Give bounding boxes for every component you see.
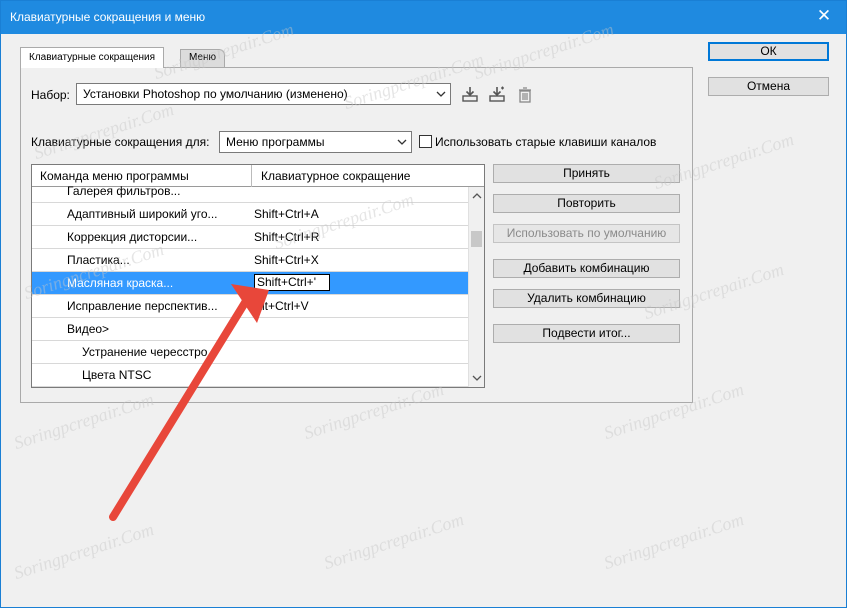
shortcuts-for-value: Меню программы xyxy=(226,135,325,149)
tab-menus[interactable]: Меню xyxy=(180,49,226,67)
scrollbar-thumb[interactable] xyxy=(471,231,482,247)
row-command: Масляная краска... xyxy=(67,276,174,290)
scroll-down-icon[interactable] xyxy=(472,373,482,383)
set-label: Набор: xyxy=(31,88,70,102)
undo-button[interactable]: Повторить xyxy=(493,194,680,213)
watermark-text: Soringpcrepair.Com xyxy=(321,508,467,574)
row-shortcut: Shift+Ctrl+A xyxy=(254,207,319,221)
row-command: Устранение чересстро... xyxy=(82,345,218,359)
table-row[interactable]: Устранение чересстро... xyxy=(32,341,468,364)
row-command: Цвета NTSC xyxy=(82,368,152,382)
add-shortcut-button[interactable]: Добавить комбинацию xyxy=(493,259,680,278)
summarize-button[interactable]: Подвести итог... xyxy=(493,324,680,343)
scroll-up-icon[interactable] xyxy=(472,191,482,201)
accept-button[interactable]: Принять xyxy=(493,164,680,183)
row-command: Исправление перспектив... xyxy=(67,299,218,313)
table-row[interactable]: Исправление перспектив... Alt+Ctrl+V xyxy=(32,295,468,318)
row-command: Галерея фильтров... xyxy=(67,184,181,198)
row-command: Видео> xyxy=(67,322,110,336)
title-bar: Клавиатурные сокращения и меню ✕ xyxy=(1,1,846,34)
save-set-icon[interactable] xyxy=(461,85,479,103)
vertical-scrollbar[interactable] xyxy=(468,187,484,387)
chevron-down-icon xyxy=(397,139,407,145)
window-title: Клавиатурные сокращения и меню xyxy=(10,10,206,24)
row-command: Коррекция дисторсии... xyxy=(67,230,198,244)
shortcuts-for-select[interactable]: Меню программы xyxy=(219,131,412,153)
cancel-button[interactable]: Отмена xyxy=(708,77,829,96)
chevron-down-icon xyxy=(436,91,446,97)
close-icon[interactable]: ✕ xyxy=(816,6,832,26)
row-shortcut: Shift+Ctrl+X xyxy=(254,253,319,267)
watermark-text: Soringpcrepair.Com xyxy=(601,508,747,574)
use-default-button[interactable]: Использовать по умолчанию xyxy=(493,224,680,243)
delete-shortcut-button[interactable]: Удалить комбинацию xyxy=(493,289,680,308)
row-command: Адаптивный широкий уго... xyxy=(67,207,218,221)
table-row[interactable]: Галерея фильтров... xyxy=(32,180,468,203)
row-shortcut: Shift+Ctrl+R xyxy=(254,230,320,244)
legacy-channels-checkbox[interactable] xyxy=(419,135,432,148)
table-row[interactable]: Коррекция дисторсии... Shift+Ctrl+R xyxy=(32,226,468,249)
save-set-as-icon[interactable] xyxy=(488,85,506,103)
shortcut-table: Команда меню программы Клавиатурное сокр… xyxy=(31,164,485,388)
table-row[interactable]: Масляная краска... Shift+Ctrl+' xyxy=(32,272,468,295)
legacy-channels-label: Использовать старые клавиши каналов xyxy=(435,135,657,149)
row-command: Пластика... xyxy=(67,253,130,267)
watermark-text: Soringpcrepair.Com xyxy=(11,518,157,584)
shortcuts-for-label: Клавиатурные сокращения для: xyxy=(31,135,210,149)
dialog-window: Клавиатурные сокращения и меню ✕ Клавиат… xyxy=(0,0,847,608)
table-row[interactable]: Видео> xyxy=(32,318,468,341)
trash-icon[interactable] xyxy=(516,86,534,104)
shortcut-edit-field[interactable]: Shift+Ctrl+' xyxy=(254,274,330,291)
table-row[interactable]: Пластика... Shift+Ctrl+X xyxy=(32,249,468,272)
table-row[interactable]: Цвета NTSC xyxy=(32,364,468,387)
set-select[interactable]: Установки Photoshop по умолчанию (измене… xyxy=(76,83,451,105)
ok-button[interactable]: ОК xyxy=(708,42,829,61)
row-shortcut: Alt+Ctrl+V xyxy=(254,299,309,313)
set-select-value: Установки Photoshop по умолчанию (измене… xyxy=(83,87,348,101)
tab-keyboard-shortcuts[interactable]: Клавиатурные сокращения xyxy=(20,47,165,68)
table-row[interactable]: Адаптивный широкий уго... Shift+Ctrl+A xyxy=(32,203,468,226)
